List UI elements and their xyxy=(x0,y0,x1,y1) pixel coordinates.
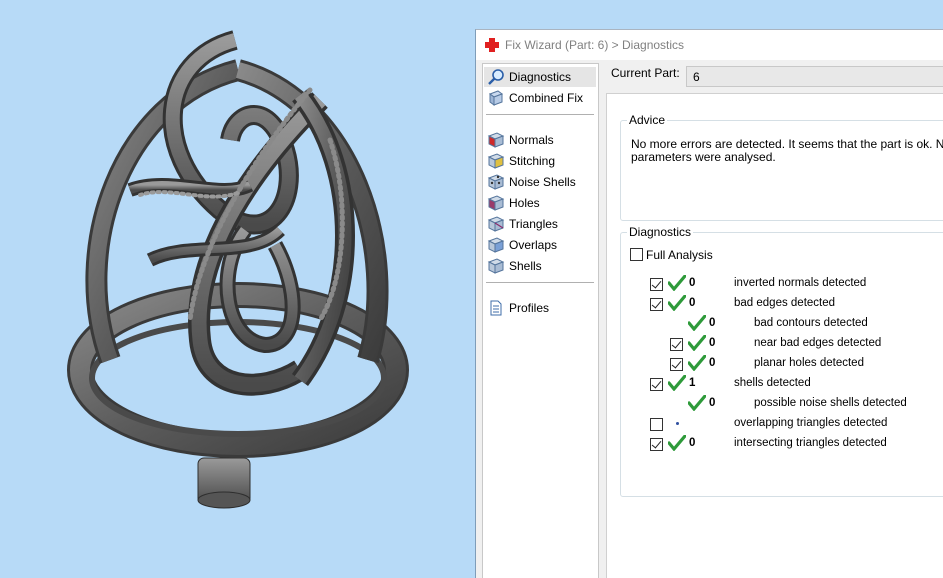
shells-count: 1 xyxy=(689,377,696,389)
ok-check-icon xyxy=(668,295,686,311)
diagnostics-title: Diagnostics xyxy=(629,225,692,239)
stitching-cube-icon xyxy=(487,153,505,169)
sidebar-item-label: Triangles xyxy=(509,217,558,231)
ok-check-icon xyxy=(688,355,706,371)
inverted-normals-count: 0 xyxy=(689,277,696,289)
full-analysis-label: Full Analysis xyxy=(646,248,713,262)
normals-cube-icon xyxy=(487,132,505,148)
sidebar-item-label: Diagnostics xyxy=(509,70,572,84)
sidebar-item-normals[interactable]: Normals xyxy=(484,130,596,150)
sidebar-separator xyxy=(486,114,594,115)
combined-fix-icon xyxy=(488,90,504,106)
sidebar-item-label: Shells xyxy=(509,259,542,273)
bad-edges-label: bad edges detected xyxy=(734,297,836,309)
bad-contours-label: bad contours detected xyxy=(754,317,868,329)
ok-check-icon xyxy=(688,335,706,351)
sidebar-item-label: Overlaps xyxy=(509,238,558,252)
app-cross-icon xyxy=(484,37,500,53)
sidebar-item-stitching[interactable]: Stitching xyxy=(484,151,596,171)
noise-shells-cube-icon xyxy=(487,174,505,190)
wizard-sidebar: Diagnostics Combined Fix Normals Stitchi… xyxy=(482,63,599,578)
sidebar-item-label: Noise Shells xyxy=(509,175,576,189)
overlaps-cube-icon xyxy=(487,237,505,253)
ok-check-icon xyxy=(668,435,686,451)
current-part-label: Current Part: xyxy=(611,66,680,80)
sidebar-item-label: Combined Fix xyxy=(509,91,584,105)
holes-cube-icon xyxy=(487,195,505,211)
bad-contours-count: 0 xyxy=(709,317,716,329)
sidebar-item-noise-shells[interactable]: Noise Shells xyxy=(484,172,596,192)
overlapping-triangles-label: overlapping triangles detected xyxy=(734,417,888,429)
pending-status-icon xyxy=(676,422,679,425)
advice-title: Advice xyxy=(629,113,666,127)
near-bad-edges-checkbox[interactable] xyxy=(670,338,683,351)
noise-shells-label: possible noise shells detected xyxy=(754,397,907,409)
sidebar-item-holes[interactable]: Holes xyxy=(484,193,596,213)
sidebar-item-diagnostics[interactable]: Diagnostics xyxy=(484,67,596,87)
profiles-document-icon xyxy=(490,300,502,316)
planar-holes-count: 0 xyxy=(709,357,716,369)
ring-3d-model[interactable] xyxy=(0,0,476,578)
advice-text: No more errors are detected. It seems th… xyxy=(631,137,943,164)
bad-edges-checkbox[interactable] xyxy=(650,298,663,311)
sidebar-item-label: Holes xyxy=(509,196,540,210)
ok-check-icon xyxy=(668,375,686,391)
window-title: Fix Wizard (Part: 6) > Diagnostics xyxy=(505,38,685,52)
magnifier-icon xyxy=(488,69,504,85)
current-part-field: 6 xyxy=(686,66,943,87)
overlapping-triangles-checkbox[interactable] xyxy=(650,418,663,431)
ok-check-icon xyxy=(668,275,686,291)
sidebar-item-combined-fix[interactable]: Combined Fix xyxy=(484,88,596,108)
intersecting-triangles-label: intersecting triangles detected xyxy=(734,437,887,449)
fix-wizard-window: Fix Wizard (Part: 6) > Diagnostics Diagn… xyxy=(475,29,943,578)
ok-check-icon xyxy=(688,395,706,411)
sidebar-item-shells[interactable]: Shells xyxy=(484,256,596,276)
shells-label: shells detected xyxy=(734,377,811,389)
sidebar-separator xyxy=(486,282,594,283)
title-bar[interactable]: Fix Wizard (Part: 6) > Diagnostics xyxy=(476,30,943,60)
near-bad-edges-count: 0 xyxy=(709,337,716,349)
near-bad-edges-label: near bad edges detected xyxy=(754,337,882,349)
sidebar-item-profiles[interactable]: Profiles xyxy=(484,298,596,318)
noise-shells-count: 0 xyxy=(709,397,716,409)
inverted-normals-label: inverted normals detected xyxy=(734,277,867,289)
planar-holes-checkbox[interactable] xyxy=(670,358,683,371)
triangles-cube-icon xyxy=(487,216,505,232)
sidebar-item-triangles[interactable]: Triangles xyxy=(484,214,596,234)
sidebar-item-label: Profiles xyxy=(509,301,550,315)
diagnostics-page: Current Part: 6 Advice No more errors ar… xyxy=(606,60,943,578)
bad-edges-count: 0 xyxy=(689,297,696,309)
full-analysis-checkbox[interactable] xyxy=(630,248,643,261)
3d-viewport[interactable] xyxy=(0,0,476,578)
planar-holes-label: planar holes detected xyxy=(754,357,864,369)
sidebar-item-label: Normals xyxy=(509,133,554,147)
sidebar-item-label: Stitching xyxy=(509,154,556,168)
intersecting-triangles-checkbox[interactable] xyxy=(650,438,663,451)
advice-group: Advice xyxy=(620,113,943,221)
intersecting-triangles-count: 0 xyxy=(689,437,696,449)
shells-cube-icon xyxy=(487,258,505,274)
sidebar-item-overlaps[interactable]: Overlaps xyxy=(484,235,596,255)
inverted-normals-checkbox[interactable] xyxy=(650,278,663,291)
ok-check-icon xyxy=(688,315,706,331)
shells-checkbox[interactable] xyxy=(650,378,663,391)
